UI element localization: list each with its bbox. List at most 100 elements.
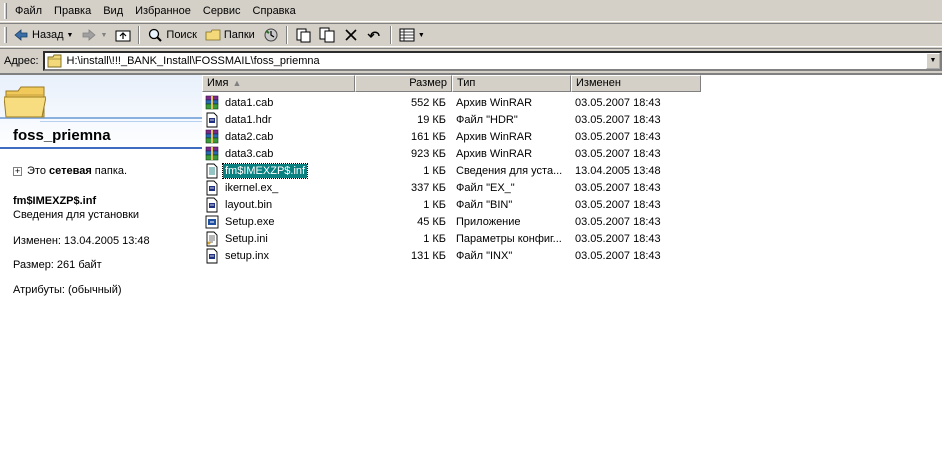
- file-row[interactable]: data2.cab 161 КБ Архив WinRAR 03.05.2007 18…: [202, 128, 701, 145]
- file-name-cell[interactable]: layout.bin: [202, 197, 355, 213]
- column-size-label: Размер: [409, 77, 447, 89]
- file-name-cell[interactable]: Setup.ini: [202, 231, 355, 247]
- column-header-size[interactable]: Размер: [355, 75, 452, 92]
- file-name: data1.cab: [225, 96, 274, 109]
- large-folder-icon: [3, 85, 47, 119]
- menu-view[interactable]: Вид: [97, 1, 129, 21]
- menu-help[interactable]: Справка: [247, 1, 302, 21]
- file-row[interactable]: Setup.exe 45 КБ Приложение 03.05.2007 18:43: [202, 213, 701, 230]
- delete-button[interactable]: [339, 25, 363, 45]
- file-list: Имя ▲ Размер Тип Изменен data1.cab 552 КБ А…: [202, 75, 942, 468]
- file-name-cell[interactable]: data3.cab: [202, 146, 355, 162]
- selected-file-name: fm$IMEXZP$.inf: [13, 195, 97, 207]
- forward-button[interactable]: ▼: [77, 25, 111, 45]
- delete-x-icon: [343, 27, 359, 43]
- up-folder-button[interactable]: [111, 25, 135, 45]
- toolbar: Назад ▼ ▼ Поиск Папки ▼: [0, 23, 942, 47]
- file-size: 45 КБ: [417, 215, 446, 228]
- network-note-post: папка.: [91, 165, 128, 177]
- file-name: Setup.exe: [225, 215, 275, 228]
- inf-icon: [204, 163, 220, 179]
- search-icon: [147, 27, 163, 43]
- file-row[interactable]: ikernel.ex_ 337 КБ Файл "EX_" 03.05.2007 18…: [202, 179, 701, 196]
- file-modified: 03.05.2007 18:43: [575, 232, 661, 245]
- file-modified: 03.05.2007 18:43: [575, 147, 661, 160]
- back-button[interactable]: Назад ▼: [9, 25, 77, 45]
- file-row[interactable]: data1.cab 552 КБ Архив WinRAR 03.05.2007 18…: [202, 94, 701, 111]
- move-to-icon: [295, 27, 311, 43]
- file-name-cell[interactable]: data1.cab: [202, 95, 355, 111]
- file-size: 552 КБ: [410, 96, 446, 109]
- file-row[interactable]: layout.bin 1 КБ Файл "BIN" 03.05.2007 18:43: [202, 196, 701, 213]
- address-label: Адрес:: [4, 54, 39, 67]
- file-modified: 03.05.2007 18:43: [575, 96, 661, 109]
- file-name-cell[interactable]: ikernel.ex_: [202, 180, 355, 196]
- file-size: 131 КБ: [410, 249, 446, 262]
- forward-arrow-icon: [81, 27, 97, 43]
- menu-favorites[interactable]: Избранное: [129, 1, 197, 21]
- expand-plus-icon[interactable]: +: [13, 166, 22, 176]
- file-size: 19 КБ: [417, 113, 446, 126]
- file-name-cell[interactable]: data2.cab: [202, 129, 355, 145]
- file-row[interactable]: data1.hdr 19 КБ Файл "HDR" 03.05.2007 18:43: [202, 111, 701, 128]
- views-dropdown-icon[interactable]: ▼: [418, 32, 425, 39]
- file-row[interactable]: setup.inx 131 КБ Файл "INX" 03.05.2007 18:4…: [202, 247, 701, 264]
- folders-button[interactable]: Папки: [201, 25, 259, 45]
- menu-file[interactable]: Файл: [9, 1, 48, 21]
- views-icon: [399, 27, 415, 43]
- file-type: Файл "EX_": [456, 181, 515, 194]
- undo-button[interactable]: [363, 25, 387, 45]
- file-name-cell[interactable]: Setup.exe: [202, 214, 355, 230]
- copy-to-button[interactable]: [315, 25, 339, 45]
- winrar-icon: [204, 146, 220, 162]
- move-to-button[interactable]: [291, 25, 315, 45]
- file-modified: 03.05.2007 18:43: [575, 181, 661, 194]
- file-name: ikernel.ex_: [225, 181, 279, 194]
- menu-grip[interactable]: [4, 2, 7, 19]
- file-size: 337 КБ: [410, 181, 446, 194]
- file-name-cell[interactable]: setup.inx: [202, 248, 355, 264]
- file-size: 923 КБ: [410, 147, 446, 160]
- toolbar-grip[interactable]: [4, 27, 7, 43]
- column-modified-label: Изменен: [576, 77, 621, 89]
- file-name: data3.cab: [225, 147, 274, 160]
- history-button[interactable]: [259, 25, 283, 45]
- back-dropdown-icon[interactable]: ▼: [67, 32, 74, 39]
- search-label: Поиск: [166, 29, 197, 41]
- menu-tools[interactable]: Сервис: [197, 1, 247, 21]
- file-size: 161 КБ: [410, 130, 446, 143]
- file-name: layout.bin: [225, 198, 273, 211]
- address-dropdown-icon[interactable]: ▼: [926, 52, 940, 69]
- file-name-cell[interactable]: data1.hdr: [202, 112, 355, 128]
- menu-edit[interactable]: Правка: [48, 1, 97, 21]
- file-type: Файл "BIN": [456, 198, 513, 211]
- column-header-row: Имя ▲ Размер Тип Изменен: [202, 75, 701, 92]
- file-type: Архив WinRAR: [456, 130, 533, 143]
- back-label: Назад: [32, 29, 64, 41]
- search-button[interactable]: Поиск: [143, 25, 200, 45]
- file-type: Сведения для уста...: [456, 164, 563, 177]
- selected-file-modified: Изменен: 13.04.2005 13:48: [13, 235, 150, 247]
- address-field[interactable]: H:\install\!!!_BANK_Install\FOSSMAIL\fos…: [42, 50, 942, 71]
- file-row[interactable]: Setup.ini 1 КБ Параметры конфиг... 03.05.20…: [202, 230, 701, 247]
- sort-ascending-icon: ▲: [232, 78, 242, 88]
- copy-to-icon: [319, 27, 335, 43]
- main-area: foss_priemna + Это сетевая папка. fm$IME…: [0, 73, 942, 468]
- file-icon: [204, 180, 220, 196]
- views-button[interactable]: ▼: [395, 25, 429, 45]
- file-modified: 03.05.2007 18:43: [575, 215, 661, 228]
- file-modified: 03.05.2007 18:43: [575, 198, 661, 211]
- column-header-type[interactable]: Тип: [452, 75, 571, 92]
- up-folder-icon: [115, 27, 131, 43]
- setup-exe-icon: [204, 214, 220, 230]
- selected-file-size: Размер: 261 байт: [13, 259, 102, 271]
- column-header-modified[interactable]: Изменен: [571, 75, 701, 92]
- file-row[interactable]: data3.cab 923 КБ Архив WinRAR 03.05.2007 18…: [202, 145, 701, 162]
- file-row[interactable]: fm$IMEXZP$.inf 1 КБ Сведения для уста... 13…: [202, 162, 701, 179]
- file-size: 1 КБ: [423, 198, 446, 211]
- file-type: Параметры конфиг...: [456, 232, 562, 245]
- file-name-cell[interactable]: fm$IMEXZP$.inf: [202, 162, 355, 179]
- file-name: fm$IMEXZP$.inf: [221, 162, 309, 179]
- forward-dropdown-icon[interactable]: ▼: [100, 32, 107, 39]
- column-header-name[interactable]: Имя ▲: [202, 75, 355, 92]
